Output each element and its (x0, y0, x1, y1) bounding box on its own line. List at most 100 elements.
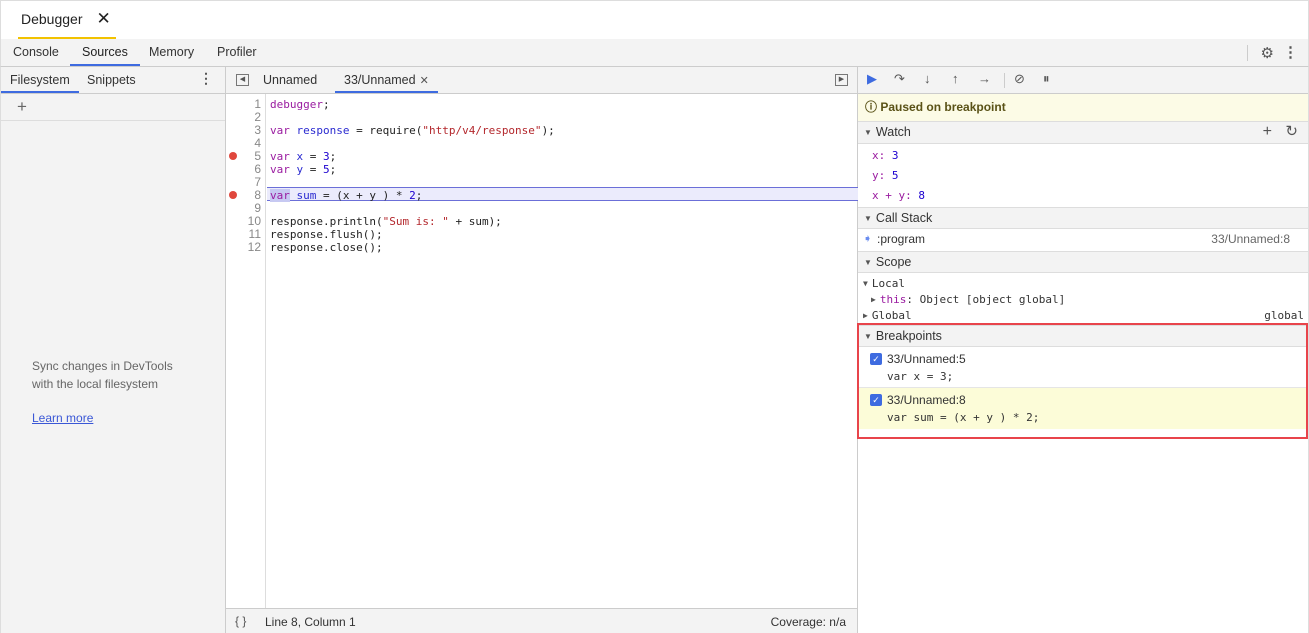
step-icon[interactable]: → (978, 71, 991, 86)
step-over-icon[interactable]: ↷ (894, 71, 905, 87)
tab-sources[interactable]: Sources (70, 39, 140, 66)
scope-this[interactable]: ▶ this: Object [object global] (858, 292, 1308, 308)
editor-tab-unnamed[interactable]: Unnamed (254, 67, 326, 93)
breakpoint-location: 33/Unnamed:5 (887, 352, 966, 366)
code-line: var y = 5; (270, 163, 337, 176)
triangle-down-icon: ▼ (864, 128, 872, 137)
breakpoint-code: var sum = (x + y ) * 2; (887, 411, 1040, 424)
watch-section-header[interactable]: ▼ Watch + ↻ (858, 122, 1308, 144)
toolbar-divider (1004, 73, 1005, 88)
watch-item[interactable]: x + y: 8 (858, 186, 1308, 206)
scope-section-header[interactable]: ▼ Scope (858, 251, 1308, 273)
watch-value: 8 (918, 189, 925, 202)
editor-tab-label: 33/Unnamed (344, 73, 416, 87)
tab-console[interactable]: Console (1, 39, 71, 66)
code-line: var response = require("http/v4/response… (270, 124, 555, 137)
learn-more-link[interactable]: Learn more (32, 411, 93, 425)
debugger-tab[interactable]: Debugger ✕ (18, 1, 116, 39)
breakpoints-section-header[interactable]: ▼ Breakpoints (858, 325, 1308, 347)
triangle-down-icon: ▼ (864, 332, 872, 341)
watch-item[interactable]: x: 3 (858, 146, 1308, 166)
toolbar-divider (1247, 45, 1248, 61)
gear-icon[interactable]: ⚙ (1261, 44, 1274, 62)
breakpoint-checkbox[interactable]: ✓ (870, 353, 882, 365)
scope-key: this (879, 293, 907, 306)
pause-on-exceptions-icon[interactable]: ⏸ (1043, 71, 1050, 87)
add-folder-button[interactable]: + (1, 94, 225, 121)
step-into-icon[interactable]: ↓ (924, 71, 931, 86)
scope-value: : Object [object global] (906, 293, 1066, 306)
navigator-panel: Filesystem Snippets ⋮ + Sync changes in … (0, 67, 226, 633)
callstack-frame[interactable]: ➧ :program 33/Unnamed:8 (858, 229, 1308, 251)
editor-status-bar: { } Line 8, Column 1 Coverage: n/a (226, 608, 857, 633)
resume-icon[interactable]: ▶ (867, 71, 877, 87)
tab-snippets[interactable]: Snippets (78, 67, 145, 93)
section-title: Breakpoints (875, 329, 942, 343)
scope-global[interactable]: ▶ Global global (858, 308, 1308, 324)
tab-filesystem[interactable]: Filesystem (1, 67, 79, 93)
line-number[interactable]: 12 (241, 241, 261, 254)
sync-message-line: with the local filesystem (32, 377, 159, 391)
frame-location[interactable]: 33/Unnamed:8 (1211, 229, 1290, 250)
window-tab-bar: Debugger ✕ (0, 0, 1309, 39)
line-gutter[interactable]: 1 2 3 4 5 6 7 8 9 10 11 12 (226, 94, 266, 608)
scope-value: global (1264, 309, 1304, 322)
breakpoint-item-active[interactable]: ✓ 33/Unnamed:8 var sum = (x + y ) * 2; (858, 388, 1308, 429)
watch-name: x + y (872, 189, 906, 202)
frame-name: :program (877, 232, 926, 246)
devtools-main-tabs: Console Sources Memory Profiler ⚙ ⋮ (0, 39, 1309, 67)
section-title: Scope (875, 255, 912, 269)
close-icon[interactable]: ✕ (97, 9, 111, 29)
refresh-icon[interactable]: ↻ (1285, 122, 1298, 142)
code-line: var x = 3; (270, 150, 337, 163)
plus-icon: + (17, 97, 27, 116)
watch-name: y (872, 169, 879, 182)
deactivate-breakpoints-icon[interactable]: ⊘ (1014, 71, 1025, 87)
toggle-debugger-icon[interactable]: ▶ (835, 74, 848, 86)
breakpoint-checkbox[interactable]: ✓ (870, 394, 882, 406)
scope-label: Local (871, 277, 905, 290)
scope-label: Global (871, 309, 912, 322)
section-title: Watch (875, 125, 911, 139)
watch-value: 5 (891, 169, 899, 182)
code-line-current: var sum = (x + y ) * 2; (270, 189, 423, 202)
editor-tab-33-unnamed[interactable]: 33/Unnamed ✕ (335, 67, 438, 93)
tab-memory[interactable]: Memory (137, 39, 206, 66)
sync-message: Sync changes in DevTools with the local … (32, 357, 173, 393)
pretty-print-icon[interactable]: { } (235, 614, 246, 628)
breakpoint-marker[interactable] (229, 191, 237, 199)
debugger-tab-title: Debugger (21, 11, 83, 27)
section-title: Call Stack (875, 211, 933, 225)
code-line: debugger; (270, 98, 330, 111)
code-line: response.println("Sum is: " + sum); (270, 215, 502, 228)
code-line: response.close(); (270, 241, 383, 254)
step-out-icon[interactable]: ↑ (952, 71, 959, 86)
current-frame-arrow-icon: ➧ (863, 233, 873, 245)
sync-message-line: Sync changes in DevTools (32, 359, 173, 373)
close-icon[interactable]: ✕ (420, 75, 429, 87)
info-icon: ⓘ (865, 100, 878, 114)
debugger-sidebar: ▶ ↷ ↓ ↑ → ⊘ ⏸ ⓘ Paused on breakpoint ▼ Wa… (858, 67, 1309, 633)
code-line: response.flush(); (270, 228, 383, 241)
watch-item[interactable]: y: 5 (858, 166, 1308, 186)
toggle-navigator-icon[interactable]: ◀ (236, 74, 249, 86)
watch-name: x (872, 149, 879, 162)
breakpoint-code: var x = 3; (887, 370, 954, 383)
tab-profiler[interactable]: Profiler (205, 39, 269, 66)
add-watch-icon[interactable]: + (1263, 122, 1272, 142)
more-options-icon[interactable]: ⋮ (1283, 43, 1298, 61)
triangle-right-icon: ▶ (871, 295, 876, 304)
breakpoint-marker[interactable] (229, 152, 237, 160)
code-editor: ◀ Unnamed 33/Unnamed ✕ ▶ 1 2 3 4 5 6 7 8 … (226, 67, 858, 633)
more-options-icon[interactable]: ⋮ (199, 70, 213, 87)
paused-banner: ⓘ Paused on breakpoint (858, 94, 1308, 122)
debugger-toolbar: ▶ ↷ ↓ ↑ → ⊘ ⏸ (858, 67, 1308, 94)
scope-local[interactable]: ▼ Local (858, 276, 1308, 292)
callstack-section-header[interactable]: ▼ Call Stack (858, 207, 1308, 229)
triangle-right-icon: ▶ (863, 311, 868, 320)
paused-message: Paused on breakpoint (880, 100, 1006, 114)
triangle-down-icon: ▼ (864, 258, 872, 267)
cursor-position: Line 8, Column 1 (265, 615, 356, 629)
coverage-status: Coverage: n/a (770, 615, 846, 629)
breakpoint-item[interactable]: ✓ 33/Unnamed:5 var x = 3; (858, 347, 1308, 388)
